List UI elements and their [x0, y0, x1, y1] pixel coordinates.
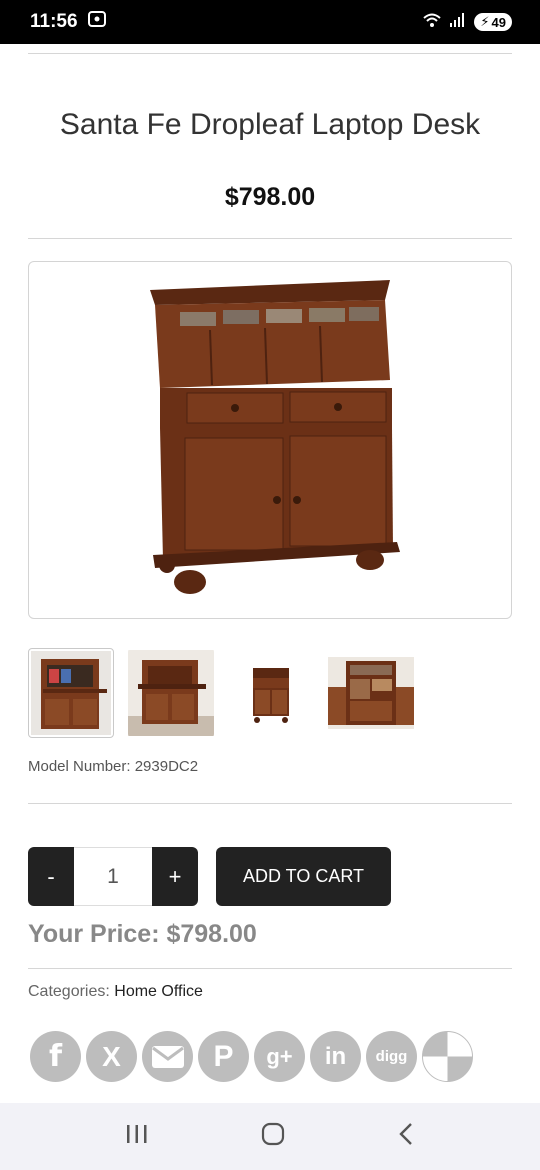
- quantity-increase-button[interactable]: +: [152, 847, 198, 906]
- back-icon[interactable]: [397, 1121, 415, 1152]
- categories-label: Categories:: [28, 983, 115, 1000]
- facebook-glyph: f: [48, 1039, 63, 1074]
- home-icon[interactable]: [260, 1121, 286, 1152]
- x-twitter-icon[interactable]: X: [86, 1031, 137, 1082]
- battery-level: 49: [491, 14, 506, 30]
- screenshot-icon: [87, 11, 106, 33]
- x-glyph: X: [102, 1040, 121, 1072]
- categories: Categories: Home Office: [28, 983, 203, 1001]
- thumbnail-3[interactable]: [228, 648, 314, 738]
- share-icon[interactable]: [422, 1031, 473, 1082]
- quantity-decrease-button[interactable]: -: [28, 847, 74, 906]
- thumbnail-4[interactable]: [328, 648, 414, 738]
- quantity-stepper: - +: [28, 847, 202, 906]
- facebook-icon[interactable]: f: [30, 1031, 81, 1082]
- battery-icon: ⚡ 49: [474, 13, 512, 31]
- status-bar: 11:56 ⚡ 49: [0, 0, 540, 44]
- digg-icon[interactable]: digg: [366, 1031, 417, 1082]
- divider: [28, 803, 512, 804]
- model-number: Model Number: 2939DC2: [28, 758, 199, 775]
- quantity-input[interactable]: [74, 847, 152, 906]
- google-plus-icon[interactable]: g+: [254, 1031, 305, 1082]
- divider: [28, 53, 512, 54]
- email-icon[interactable]: [142, 1031, 193, 1082]
- recent-apps-icon[interactable]: [125, 1123, 149, 1150]
- product-price: $798.00: [224, 183, 316, 211]
- signal-icon: [450, 12, 466, 32]
- linkedin-icon[interactable]: in: [310, 1031, 361, 1082]
- divider: [28, 968, 512, 969]
- your-price: Your Price: $798.00: [28, 920, 257, 948]
- thumbnail-strip: [28, 648, 414, 738]
- linkedin-glyph: in: [324, 1042, 347, 1070]
- divider: [28, 238, 512, 239]
- social-share-bar: f X P g+ in digg: [30, 1031, 473, 1082]
- thumbnail-1[interactable]: [28, 648, 114, 738]
- product-main-image[interactable]: [28, 261, 512, 619]
- desk-illustration: [150, 280, 400, 594]
- wifi-icon: [422, 12, 442, 33]
- digg-glyph: digg: [375, 1048, 408, 1065]
- product-title: Santa Fe Dropleaf Laptop Desk: [59, 108, 481, 141]
- add-to-cart-button[interactable]: ADD TO CART: [216, 847, 391, 906]
- pinterest-icon[interactable]: P: [198, 1031, 249, 1082]
- clock: 11:56: [30, 11, 78, 32]
- system-nav-bar: [0, 1103, 540, 1170]
- category-link-home-office[interactable]: Home Office: [114, 983, 203, 1000]
- thumbnail-2[interactable]: [128, 648, 214, 738]
- google-plus-glyph: g+: [266, 1043, 293, 1069]
- pinterest-glyph: P: [213, 1039, 234, 1073]
